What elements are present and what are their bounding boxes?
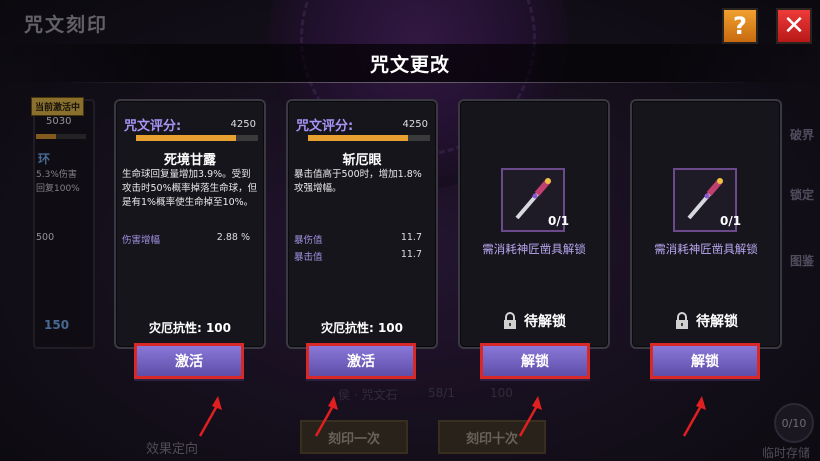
rating-bar-fill: [308, 135, 409, 141]
stat-label: 暴伤值: [294, 235, 323, 246]
lock-icon: [504, 312, 516, 329]
rating-value: 4250: [402, 119, 428, 130]
unlock-requirement: 需消耗神匠凿具解锁: [482, 242, 586, 256]
stat-row: 暴击值 11.7: [294, 249, 422, 263]
stat-row: 伤害增幅 2.88 %: [122, 232, 250, 246]
item-count: 0/1: [720, 214, 742, 228]
stat-value: 11.7: [400, 249, 422, 260]
lock-status-row: 待解锁: [632, 311, 780, 331]
rating-label: 咒文评分:: [296, 119, 354, 134]
modal-title: 咒文更改: [369, 54, 450, 76]
lock-status-text: 待解锁: [524, 314, 566, 330]
item-count: 0/1: [548, 214, 570, 228]
rating-bar-fill: [136, 135, 237, 141]
rune-card-2: 咒文评分: 4250 斩厄眼 暴击值高于500时，增加1.8%攻强增幅。 暴伤值…: [286, 99, 438, 349]
rating-bar: [136, 135, 258, 141]
unlock-button-1[interactable]: 解锁: [480, 343, 590, 379]
lock-status-text: 待解锁: [696, 314, 738, 330]
rating-row: 咒文评分: 4250: [124, 115, 256, 134]
activate-button-2[interactable]: 激活: [306, 343, 416, 379]
question-icon: ?: [733, 12, 747, 40]
rune-description: 暴击值高于500时，增加1.8%攻强增幅。: [294, 169, 422, 194]
help-button[interactable]: ?: [722, 8, 758, 44]
stat-value: 11.7: [400, 232, 422, 243]
unlock-requirement: 需消耗神匠凿具解锁: [654, 242, 758, 256]
stat-label: 伤害增幅: [122, 235, 161, 246]
close-button[interactable]: ✕: [776, 8, 812, 44]
close-icon: ✕: [783, 11, 805, 41]
stat-row: 暴伤值 11.7: [294, 232, 422, 246]
locked-rune-card-1: 0/1 需消耗神匠凿具解锁 待解锁: [458, 99, 610, 349]
annotation-arrow-icon: [198, 396, 222, 437]
rune-name: 死境甘露: [163, 153, 216, 168]
stat-value: 2.88 %: [216, 232, 250, 243]
annotation-arrow-icon: [518, 396, 542, 437]
unlock-button-2[interactable]: 解锁: [650, 343, 760, 379]
rating-row: 咒文评分: 4250: [296, 115, 428, 134]
annotation-arrow-icon: [314, 396, 338, 437]
activate-button-1[interactable]: 激活: [134, 343, 244, 379]
stat-label: 暴击值: [294, 252, 323, 263]
header-divider: [60, 82, 760, 83]
resistance-text: 灾厄抗性: 100: [320, 321, 404, 335]
rating-label: 咒文评分:: [124, 119, 182, 134]
resistance-text: 灾厄抗性: 100: [148, 321, 232, 335]
lock-status-row: 待解锁: [460, 311, 608, 331]
annotation-arrow-icon: [682, 396, 706, 437]
rune-description: 生命球回复量增加3.9%。受到攻击时50%概率掉落生命球，但是有1%概率使生命掉…: [122, 169, 258, 208]
locked-rune-card-2: 0/1 需消耗神匠凿具解锁 待解锁: [630, 99, 782, 349]
rating-value: 4250: [230, 119, 256, 130]
rating-bar: [308, 135, 430, 141]
rune-card-1: 咒文评分: 4250 死境甘露 生命球回复量增加3.9%。受到攻击时50%概率掉…: [114, 99, 266, 349]
lock-icon: [676, 312, 688, 329]
rune-name: 斩厄眼: [342, 153, 382, 168]
